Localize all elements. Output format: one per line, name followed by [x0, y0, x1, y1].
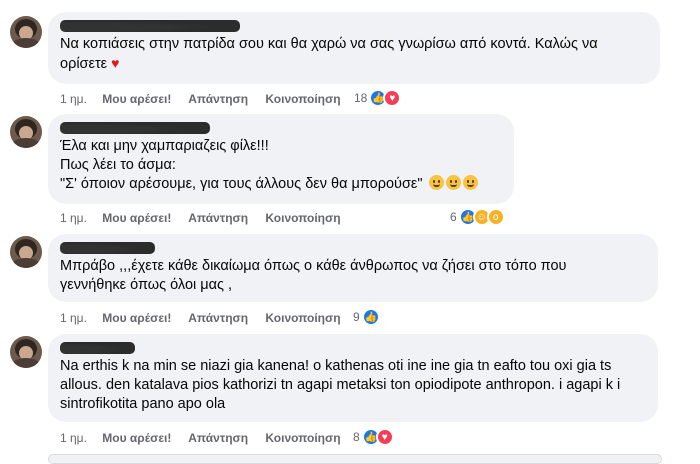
reaction-summary[interactable]: 8 👍 ♥	[353, 428, 394, 446]
reaction-count: 6	[450, 210, 457, 224]
reply-link[interactable]: Απάντηση	[188, 431, 248, 445]
comment-time[interactable]: 1 ημ.	[60, 311, 87, 325]
comment-text: Na erthis k na min se niazi gia kanena! …	[60, 358, 621, 412]
share-link[interactable]: Κοινοποίηση	[265, 311, 340, 325]
like-link[interactable]: Μου αρέσει!	[102, 211, 171, 225]
reaction-summary[interactable]: 6 👍 ☺ o	[450, 208, 505, 226]
author-name-redacted[interactable]	[60, 342, 135, 354]
like-link[interactable]: Μου αρέσει!	[102, 92, 171, 106]
comment-actions: 1 ημ. Μου αρέσει! Απάντηση Κοινοποίηση	[60, 431, 355, 445]
share-link[interactable]: Κοινοποίηση	[265, 211, 340, 225]
smile-emoji-icon	[428, 175, 444, 190]
reaction-count: 8	[353, 430, 360, 444]
comment-actions: 1 ημ. Μου αρέσει! Απάντηση Κοινοποίηση	[60, 92, 355, 106]
author-name-redacted[interactable]	[60, 242, 155, 254]
love-icon: ♥	[383, 89, 402, 107]
comment-text: Έλα και μην χαμπαριαζεις φίλε!!! Πως λέε…	[60, 137, 502, 194]
reply-link[interactable]: Απάντηση	[188, 211, 248, 225]
avatar[interactable]	[10, 16, 42, 48]
share-link[interactable]: Κοινοποίηση	[265, 92, 340, 106]
red-heart-emoji-icon: ♥	[111, 55, 120, 71]
reaction-count: 18	[354, 91, 368, 105]
reaction-summary[interactable]: 9 👍	[353, 308, 380, 326]
like-link[interactable]: Μου αρέσει!	[102, 311, 171, 325]
comment-time[interactable]: 1 ημ.	[60, 92, 87, 106]
like-link[interactable]: Μου αρέσει!	[102, 431, 171, 445]
avatar[interactable]	[10, 336, 42, 368]
comment-text: Μπράβο ,,,έχετε κάθε δικαίωμα όπως ο κάθ…	[60, 258, 567, 293]
share-link[interactable]: Κοινοποίηση	[265, 431, 340, 445]
comment-actions: 1 ημ. Μου αρέσει! Απάντηση Κοινοποίηση	[60, 211, 355, 225]
love-icon: ♥	[375, 428, 394, 446]
reply-link[interactable]: Απάντηση	[188, 92, 248, 106]
like-icon: 👍	[361, 308, 380, 326]
comment-time[interactable]: 1 ημ.	[60, 431, 87, 445]
avatar[interactable]	[10, 116, 42, 148]
author-name-redacted[interactable]	[60, 122, 210, 134]
comment-time[interactable]: 1 ημ.	[60, 211, 87, 225]
comment-bubble: Μπράβο ,,,έχετε κάθε δικαίωμα όπως ο κάθ…	[48, 234, 658, 302]
reaction-count: 9	[353, 310, 360, 324]
wow-icon: o	[486, 208, 505, 226]
reaction-summary[interactable]: 18 👍 ♥	[354, 89, 402, 107]
avatar[interactable]	[10, 236, 42, 268]
smile-emoji-icon	[462, 175, 478, 190]
comment-bubble: Να κοπιάσεις στην πατρίδα σου και θα χαρ…	[48, 12, 660, 84]
comment-bubble: Na erthis k na min se niazi gia kanena! …	[48, 334, 658, 422]
comment-actions: 1 ημ. Μου αρέσει! Απάντηση Κοινοποίηση	[60, 311, 355, 325]
comment-bubble: Έλα και μην χαμπαριαζεις φίλε!!! Πως λέε…	[48, 114, 514, 204]
author-name-redacted[interactable]	[60, 20, 240, 32]
next-comment-bubble-edge	[48, 454, 662, 464]
comment-text: Να κοπιάσεις στην πατρίδα σου και θα χαρ…	[60, 36, 598, 72]
smile-emoji-icon	[445, 175, 461, 190]
reply-link[interactable]: Απάντηση	[188, 311, 248, 325]
